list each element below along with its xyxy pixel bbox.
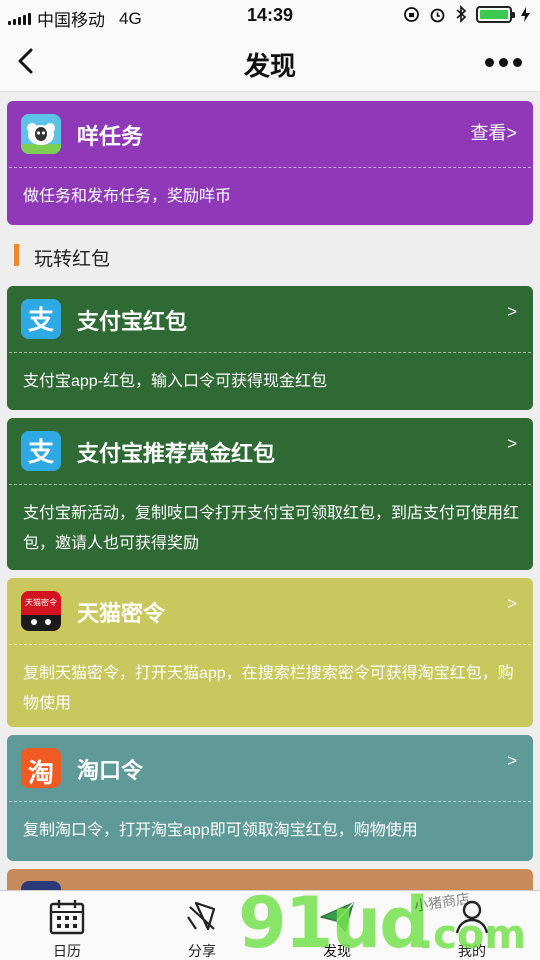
share-icon: [187, 901, 216, 931]
tmall-icon: 天猫密令: [21, 591, 61, 631]
discover-content[interactable]: 咩任务 查看> 做任务和发布任务，奖励咩币 玩转红包 支 支付宝红包 > 支付宝…: [0, 93, 540, 890]
tab-label: 发现: [323, 943, 351, 959]
taobao-icon: 淘: [21, 748, 61, 788]
task-title: 咩任务: [77, 124, 144, 149]
alipay-description: 支付宝app-红包，输入口令可获得现金红包: [23, 373, 328, 390]
card-icon: [21, 881, 61, 890]
taobao-icon-label: 淘: [27, 758, 54, 788]
task-card[interactable]: 咩任务 查看> 做任务和发布任务，奖励咩币: [7, 101, 533, 225]
chevron-right-icon[interactable]: >: [507, 594, 517, 614]
tab-bar: 日历 分享 发现 我的: [0, 890, 540, 960]
taobao-title: 淘口令: [77, 758, 144, 783]
alarm-icon: [430, 8, 445, 22]
taobao-description: 复制淘口令，打开淘宝app即可领取淘宝红包，购物使用: [23, 822, 418, 839]
tmall-description: 复制天猫密令，打开天猫app，在搜索栏搜索密令可获得淘宝红包，购物使用: [23, 665, 514, 712]
sheep-icon: [21, 114, 61, 154]
tmall-icon-label: 天猫密令: [25, 598, 57, 607]
chevron-right-icon[interactable]: >: [507, 751, 517, 771]
charging-icon: [521, 6, 530, 22]
chevron-right-icon[interactable]: >: [507, 302, 517, 322]
more-icon[interactable]: [485, 58, 522, 67]
tab-calendar[interactable]: 日历: [22, 897, 112, 960]
tmall-title: 天猫密令: [77, 601, 166, 626]
section-header: 玩转红包: [0, 230, 540, 276]
alipay-red-packet-card[interactable]: 支 支付宝红包 > 支付宝app-红包，输入口令可获得现金红包: [7, 286, 533, 410]
status-bar: 中国移动 4G 14:39: [0, 0, 540, 32]
tab-discover[interactable]: 发现: [292, 897, 382, 960]
svg-text:支: 支: [28, 306, 54, 336]
tab-share[interactable]: 分享: [157, 897, 247, 960]
view-link[interactable]: 查看>: [470, 119, 517, 145]
calendar-icon: [49, 900, 85, 935]
next-card-partial[interactable]: [7, 869, 533, 890]
svg-text:支: 支: [28, 438, 54, 468]
alipay-title: 支付宝红包: [77, 309, 188, 334]
alipay-referral-description: 支付宝新活动，复制吱口令打开支付宝可领取红包，到店支付可使用红包，邀请人也可获得…: [23, 505, 520, 552]
tab-label: 分享: [188, 943, 216, 959]
page-title: 发现: [243, 51, 296, 81]
tab-mine[interactable]: 我的: [427, 897, 517, 960]
battery-icon: [476, 5, 515, 23]
alipay-icon: 支: [21, 299, 61, 339]
user-icon: [455, 900, 489, 934]
chevron-right-icon[interactable]: >: [507, 434, 517, 454]
navigation-bar: 发现: [0, 32, 540, 92]
paper-plane-icon: [320, 902, 354, 932]
alipay-referral-card[interactable]: 支 支付宝推荐赏金红包 > 支付宝新活动，复制吱口令打开支付宝可领取红包，到店支…: [7, 418, 533, 570]
rotation-lock-icon: [404, 6, 419, 22]
tab-label: 我的: [458, 943, 486, 959]
alipay-icon: 支: [21, 431, 61, 471]
bluetooth-icon: [456, 5, 467, 23]
tab-label: 日历: [53, 943, 81, 959]
task-description: 做任务和发布任务，奖励咩币: [23, 188, 232, 205]
alipay-referral-title: 支付宝推荐赏金红包: [77, 441, 276, 466]
section-title: 玩转红包: [34, 249, 111, 270]
tmall-code-card[interactable]: 天猫密令 天猫密令 > 复制天猫密令，打开天猫app，在搜索栏搜索密令可获得淘宝…: [7, 578, 533, 727]
section-accent-bar: [14, 244, 19, 266]
taobao-code-card[interactable]: 淘 淘口令 > 复制淘口令，打开淘宝app即可领取淘宝红包，购物使用: [7, 735, 533, 861]
